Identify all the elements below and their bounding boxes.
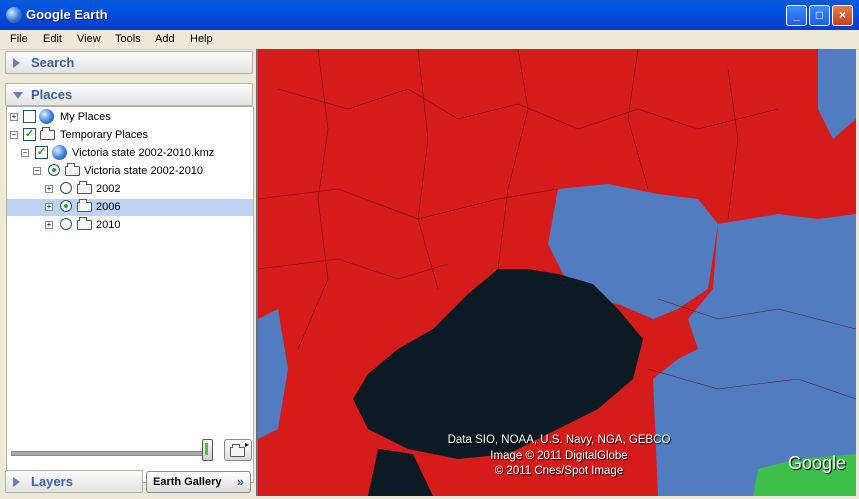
expand-arrow-icon (13, 58, 20, 68)
folder-icon (230, 444, 245, 457)
checkbox-checked[interactable]: ✓ (23, 128, 36, 141)
places-panel-header[interactable]: Places (5, 83, 253, 106)
expand-toggle[interactable]: + (45, 185, 53, 193)
places-label: Places (31, 87, 73, 102)
folder-icon (77, 199, 92, 212)
tree-item-folder[interactable]: − Victoria state 2002-2010 (7, 163, 253, 180)
map-canvas (258, 49, 856, 496)
attribution-line-2: Image © 2011 DigitalGlobe (490, 450, 628, 462)
expand-toggle[interactable]: + (45, 203, 53, 211)
radio-button[interactable] (60, 218, 72, 230)
menu-bar: File Edit View Tools Add Help (0, 30, 859, 50)
menu-edit[interactable]: Edit (43, 33, 62, 45)
opacity-slider-track[interactable] (11, 451, 208, 456)
double-chevron-icon: » (236, 474, 244, 489)
attribution-line-3: © 2011 Cnes/Spot Image (494, 465, 624, 477)
folder-icon (77, 217, 92, 230)
collapse-toggle[interactable]: − (21, 149, 29, 157)
search-panel-header[interactable]: Search (5, 51, 253, 74)
globe-icon (39, 109, 54, 124)
tree-item-temporary-places[interactable]: − ✓ Temporary Places (7, 127, 253, 144)
menu-add[interactable]: Add (155, 33, 175, 45)
map-view[interactable]: Data SIO, NOAA, U.S. Navy, NGA, GEBCO Im… (256, 49, 856, 496)
opacity-slider-thumb[interactable] (202, 439, 213, 461)
menu-file[interactable]: File (10, 33, 28, 45)
attribution-line-1: Data SIO, NOAA, U.S. Navy, NGA, GEBCO (447, 434, 671, 446)
radio-button[interactable] (60, 182, 72, 194)
menu-tools[interactable]: Tools (115, 33, 141, 45)
maximize-button[interactable]: □ (809, 5, 830, 26)
collapse-toggle[interactable]: − (33, 167, 41, 175)
app-window: Google Earth _ □ × File Edit View Tools … (0, 0, 859, 499)
folder-icon (40, 127, 55, 140)
search-label: Search (31, 55, 75, 70)
tree-item-kmz[interactable]: − ✓ Victoria state 2002-2010.kmz (7, 145, 253, 162)
google-logo: Google (787, 453, 846, 473)
tree-item-2010[interactable]: + 2010 (7, 217, 253, 234)
places-tree: + My Places − ✓ Temporary Places − ✓ Vic… (6, 106, 254, 483)
play-tour-button[interactable]: ▸ (224, 439, 252, 461)
collapse-arrow-icon (13, 92, 23, 99)
tree-item-label: 2006 (96, 201, 121, 213)
folder-icon (77, 181, 92, 194)
globe-icon (52, 145, 67, 160)
sidebar: Search Places + My Places − ✓ Temporary … (3, 50, 256, 496)
checkbox-checked[interactable]: ✓ (35, 146, 48, 159)
expand-arrow-icon (13, 477, 20, 487)
dropdown-arrow-icon: ▸ (244, 440, 249, 449)
title-bar[interactable]: Google Earth _ □ × (0, 0, 859, 30)
tour-slider-area: ▸ (6, 436, 254, 466)
folder-icon (65, 163, 80, 176)
menu-view[interactable]: View (77, 33, 101, 45)
collapse-toggle[interactable]: − (10, 131, 18, 139)
tree-item-label: 2010 (96, 219, 121, 231)
tree-item-label: My Places (60, 111, 111, 123)
expand-toggle[interactable]: + (45, 221, 53, 229)
earth-gallery-label: Earth Gallery (153, 476, 222, 488)
earth-gallery-button[interactable]: Earth Gallery » (146, 471, 251, 493)
tree-item-label: 2002 (96, 183, 121, 195)
layers-panel-header[interactable]: Layers (5, 470, 143, 493)
checkbox[interactable] (23, 110, 36, 123)
minimize-button[interactable]: _ (786, 5, 807, 26)
menu-help[interactable]: Help (190, 33, 213, 45)
layers-label: Layers (31, 474, 73, 489)
radio-button-selected[interactable] (60, 200, 72, 212)
radio-button[interactable] (48, 164, 60, 176)
tree-item-my-places[interactable]: + My Places (7, 109, 253, 126)
tree-item-2006[interactable]: + 2006 (7, 199, 253, 216)
expand-toggle[interactable]: + (10, 113, 18, 121)
tree-item-label: Victoria state 2002-2010 (84, 165, 204, 177)
tree-item-label: Temporary Places (60, 129, 149, 141)
close-button[interactable]: × (832, 5, 853, 26)
tree-item-2002[interactable]: + 2002 (7, 181, 253, 198)
tree-item-label: Victoria state 2002-2010.kmz (72, 147, 215, 159)
window-title: Google Earth (26, 7, 108, 22)
google-earth-icon (6, 7, 22, 23)
